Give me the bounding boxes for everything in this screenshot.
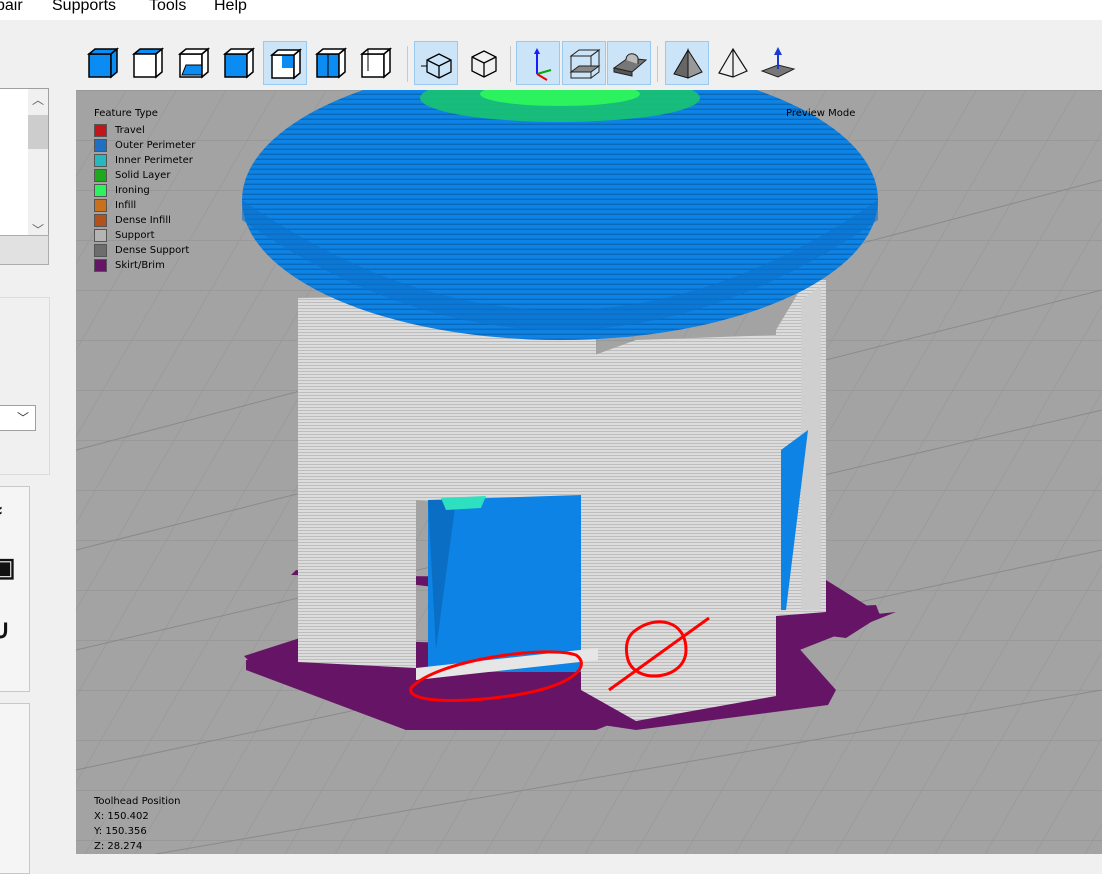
show-bed-button[interactable] (607, 41, 651, 85)
toolhead-x: X: 150.402 (94, 811, 149, 822)
shaded-mode-button[interactable] (665, 41, 709, 85)
legend-item: Dense Support (94, 243, 195, 258)
right-view-icon (269, 48, 303, 80)
toolbar-separator (657, 46, 658, 82)
show-axes-button[interactable] (516, 41, 560, 85)
show-volume-button[interactable] (562, 41, 606, 85)
panel-button[interactable] (0, 235, 49, 265)
perspective-icon (421, 53, 452, 79)
swatch-infill (94, 199, 107, 212)
normals-mode-button[interactable] (756, 41, 800, 85)
preview-mode-label: Preview Mode (786, 108, 856, 119)
view-toolbar (76, 20, 1102, 90)
list-scrollbar[interactable]: ︿ ﹀ (28, 89, 48, 241)
view-back-button[interactable] (172, 41, 216, 85)
legend-item: Dense Infill (94, 213, 195, 228)
left-panel: ︿ ﹀ ﹀ ≈ ▣ ∪ (0, 20, 66, 874)
side-tool-box: ≈ ▣ ∪ (0, 486, 30, 692)
top-view-icon (314, 47, 348, 79)
preview-viewport[interactable]: Feature Type Travel Outer Perimeter Inne… (76, 90, 1102, 854)
toolbar-separator (510, 46, 511, 82)
menu-tools[interactable]: Tools (149, 0, 186, 15)
menu-bar: pair Supports Tools Help (0, 0, 1102, 20)
left-view-icon (222, 47, 256, 79)
toolhead-y: Y: 150.356 (94, 826, 147, 837)
build-volume-icon (569, 49, 601, 79)
surface-normal-icon (760, 47, 796, 78)
perspective-button[interactable] (414, 41, 458, 85)
axes-icon (534, 48, 552, 81)
solid-layer-top (441, 496, 486, 510)
view-iso-button[interactable] (81, 41, 125, 85)
scroll-up-icon[interactable]: ︿ (28, 89, 48, 111)
swatch-inner-perimeter (94, 154, 107, 167)
menu-repair[interactable]: pair (0, 0, 23, 15)
device-icon[interactable]: ▣ (0, 554, 16, 580)
orthographic-icon (471, 50, 497, 78)
wireframe-model-icon (718, 47, 748, 78)
usb-icon[interactable]: ∪ (0, 616, 15, 642)
menu-help[interactable]: Help (214, 0, 247, 15)
settings-group (0, 297, 50, 475)
legend-item: Infill (94, 198, 195, 213)
wireframe-mode-button[interactable] (711, 41, 755, 85)
view-right-button[interactable] (263, 41, 307, 85)
swatch-support (94, 229, 107, 242)
chevron-down-icon: ﹀ (16, 411, 29, 425)
front-view-icon (131, 47, 165, 79)
bottom-view-icon (359, 47, 393, 79)
back-view-icon (177, 47, 211, 79)
object-list[interactable]: ︿ ﹀ (0, 88, 49, 242)
view-left-button[interactable] (217, 41, 261, 85)
menu-supports[interactable]: Supports (52, 0, 116, 15)
legend-item: Support (94, 228, 195, 243)
view-bottom-button[interactable] (354, 41, 398, 85)
swatch-solid-layer (94, 169, 107, 182)
swatch-travel (94, 124, 107, 137)
legend-item: Outer Perimeter (94, 138, 195, 153)
feature-type-legend: Feature Type Travel Outer Perimeter Inne… (94, 108, 195, 273)
legend-item: Solid Layer (94, 168, 195, 183)
toolbar-separator (407, 46, 408, 82)
gcode-preview-scene[interactable] (76, 90, 1102, 854)
orthographic-button[interactable] (460, 41, 504, 85)
view-top-button[interactable] (309, 41, 353, 85)
swatch-dense-infill (94, 214, 107, 227)
view-front-button[interactable] (126, 41, 170, 85)
iso-cube-icon (86, 47, 120, 79)
print-bed-icon (612, 53, 648, 77)
toolhead-position: Toolhead Position X: 150.402 Y: 150.356 … (94, 794, 181, 854)
toolhead-z: Z: 28.274 (94, 841, 143, 852)
wifi-icon[interactable]: ≈ (0, 499, 15, 523)
swatch-skirt-brim (94, 259, 107, 272)
toolhead-title: Toolhead Position (94, 796, 181, 807)
scroll-thumb[interactable] (28, 115, 48, 149)
swatch-ironing (94, 184, 107, 197)
side-lower-box (0, 703, 30, 874)
legend-item: Inner Perimeter (94, 153, 195, 168)
legend-item: Ironing (94, 183, 195, 198)
swatch-dense-support (94, 244, 107, 257)
shaded-model-icon (673, 48, 703, 79)
legend-item: Skirt/Brim (94, 258, 195, 273)
legend-title: Feature Type (94, 108, 158, 119)
settings-dropdown[interactable]: ﹀ (0, 405, 36, 431)
legend-item: Travel (94, 123, 195, 138)
swatch-outer-perimeter (94, 139, 107, 152)
